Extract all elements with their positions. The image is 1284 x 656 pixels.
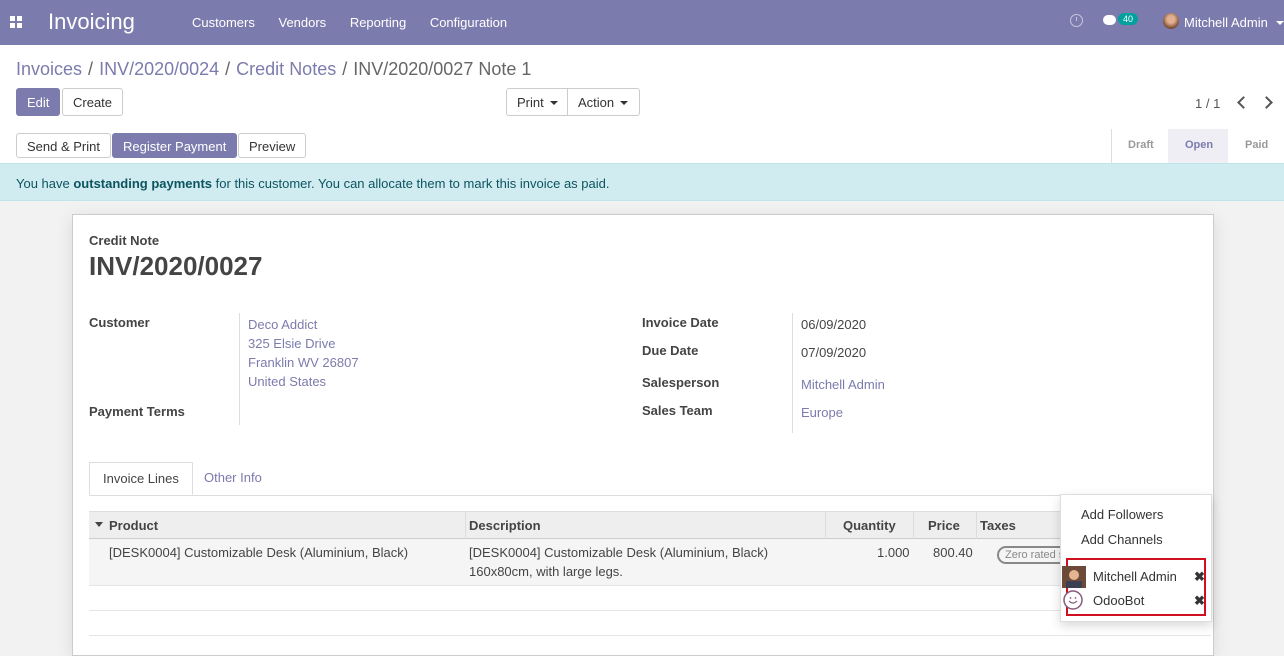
sort-caret-icon[interactable] <box>95 522 103 527</box>
user-menu-name[interactable]: Mitchell Admin <box>1184 15 1268 30</box>
customer-name[interactable]: Deco Addict <box>248 317 317 332</box>
due-date-label: Due Date <box>642 343 699 358</box>
row-quantity: 1.000 <box>877 545 910 560</box>
control-panel: Invoices / INV/2020/0024/Credit Notes / INV/… <box>0 45 1284 130</box>
customer-city[interactable]: Franklin WV 26807 <box>248 355 359 370</box>
app-title: Invoicing <box>48 9 135 34</box>
breadcrumb: Invoices / INV/2020/0024/Credit Notes / INV/… <box>16 59 531 80</box>
column-divider <box>913 512 914 539</box>
invoice-number: INV/2020/0027 <box>89 251 263 281</box>
alert-prefix: You have <box>16 176 74 191</box>
salesperson-value[interactable]: Mitchell Admin <box>801 377 885 392</box>
customer-country[interactable]: United States <box>248 374 326 389</box>
sales-team-label: Sales Team <box>642 403 713 418</box>
action-dropdown-button[interactable]: Action <box>567 88 640 116</box>
follower-name-mitchell[interactable]: Mitchell Admin <box>1093 569 1177 584</box>
column-quantity[interactable]: Quantity <box>843 518 896 533</box>
preview-button[interactable]: Preview <box>238 133 307 158</box>
payment-terms-label: Payment Terms <box>89 404 185 419</box>
field-divider <box>792 313 793 433</box>
document-type: Credit Note <box>89 233 160 248</box>
create-button[interactable]: Create <box>62 88 124 116</box>
breadcrumb-separator: / <box>225 59 231 79</box>
stage-draft: Draft <box>1128 139 1154 151</box>
messages-count-badge: 40 <box>1118 13 1139 25</box>
row-description-line-2: 160x80cm, with large legs. <box>469 564 623 579</box>
register-payment-button[interactable]: Register Payment <box>112 133 238 158</box>
menu-configuration[interactable]: Configuration <box>430 15 507 30</box>
follower-name-odoobot[interactable]: OdooBot <box>1093 593 1144 608</box>
column-taxes[interactable]: Taxes <box>980 518 1016 533</box>
pager-value[interactable]: 1 / 1 <box>1195 96 1220 111</box>
breadcrumb-separator: / <box>342 59 348 79</box>
apps-menu-icon[interactable] <box>10 16 22 28</box>
add-channels-link[interactable]: Add Channels <box>1081 532 1163 547</box>
menu-customers[interactable]: Customers <box>192 15 255 30</box>
table-row[interactable]: [DESK0004] Customizable Desk (Aluminium,… <box>89 539 1211 586</box>
pager-previous-icon[interactable] <box>1237 96 1250 109</box>
column-divider <box>825 512 826 539</box>
activity-clock-icon[interactable] <box>1070 14 1083 27</box>
row-product: [DESK0004] Customizable Desk (Aluminium,… <box>109 545 409 560</box>
column-divider <box>976 512 977 539</box>
status-stages: Draft Open Paid <box>1111 129 1284 163</box>
customer-street[interactable]: 325 Elsie Drive <box>248 336 335 351</box>
action-label: Action <box>578 95 615 110</box>
print-label: Print <box>517 95 544 110</box>
invoice-date-value[interactable]: 06/09/2020 <box>801 317 866 332</box>
invoice-date-label: Invoice Date <box>642 315 719 330</box>
salesperson-label: Salesperson <box>642 375 720 390</box>
main-menu: Customers Vendors Reporting Configuratio… <box>192 15 527 30</box>
column-price[interactable]: Price <box>928 518 960 533</box>
user-menu-caret-icon[interactable] <box>1276 21 1284 25</box>
menu-reporting[interactable]: Reporting <box>350 15 406 30</box>
empty-row <box>89 586 1211 611</box>
action-caret-icon <box>620 101 629 105</box>
pager-next-icon[interactable] <box>1260 96 1273 109</box>
alert-suffix: for this customer. You can allocate them… <box>212 176 610 191</box>
breadcrumb-invoices[interactable]: Invoices <box>16 59 82 79</box>
print-dropdown-button[interactable]: Print <box>506 88 569 116</box>
top-navbar: Invoicing Customers Vendors Reporting Co… <box>0 0 1284 45</box>
column-divider <box>465 512 466 539</box>
breadcrumb-credit-notes[interactable]: Credit Notes <box>236 59 336 79</box>
tab-invoice-lines[interactable]: Invoice Lines <box>89 462 193 495</box>
alert-text: You have outstanding payments for this c… <box>16 176 609 191</box>
menu-vendors[interactable]: Vendors <box>278 15 326 30</box>
breadcrumb-parent-invoice[interactable]: INV/2020/0024 <box>99 59 219 79</box>
add-followers-link[interactable]: Add Followers <box>1081 507 1163 522</box>
follower-avatar-odoobot[interactable] <box>1063 590 1083 610</box>
alert-bold: outstanding payments <box>73 176 213 191</box>
notebook-tabs: Invoice Lines Other Info <box>89 462 1211 496</box>
edit-button[interactable]: Edit <box>16 88 61 116</box>
row-description-line-1: [DESK0004] Customizable Desk (Aluminium,… <box>469 545 769 560</box>
due-date-value[interactable]: 07/09/2020 <box>801 345 866 360</box>
messaging-chat-icon[interactable] <box>1103 15 1116 25</box>
stage-open: Open <box>1185 139 1214 151</box>
empty-row <box>89 611 1211 636</box>
row-price: 800.40 <box>933 545 973 560</box>
form-statusbar: Send & Print Register Payment Preview Dr… <box>0 129 1284 164</box>
form-sheet: Credit Note INV/2020/0027 Customer Deco … <box>72 214 1214 656</box>
follower-avatar-mitchell[interactable] <box>1062 566 1086 588</box>
stage-paid: Paid <box>1245 139 1269 151</box>
column-description[interactable]: Description <box>469 518 541 533</box>
outstanding-payments-alert: You have outstanding payments for this c… <box>0 163 1284 201</box>
print-caret-icon <box>549 101 558 105</box>
invoice-lines-header: Product Description Quantity Price Taxes <box>89 511 1211 539</box>
tab-other-info[interactable]: Other Info <box>191 462 275 495</box>
sales-team-value[interactable]: Europe <box>801 405 843 420</box>
field-divider <box>239 313 240 425</box>
user-avatar[interactable] <box>1163 13 1179 29</box>
column-product[interactable]: Product <box>109 518 158 533</box>
breadcrumb-separator: / <box>88 59 94 79</box>
customer-label: Customer <box>89 315 150 330</box>
send-print-button[interactable]: Send & Print <box>16 133 111 158</box>
remove-follower-icon[interactable]: ✖ <box>1194 593 1205 609</box>
breadcrumb-current: INV/2020/0027 Note 1 <box>353 59 532 79</box>
remove-follower-icon[interactable]: ✖ <box>1194 569 1205 585</box>
